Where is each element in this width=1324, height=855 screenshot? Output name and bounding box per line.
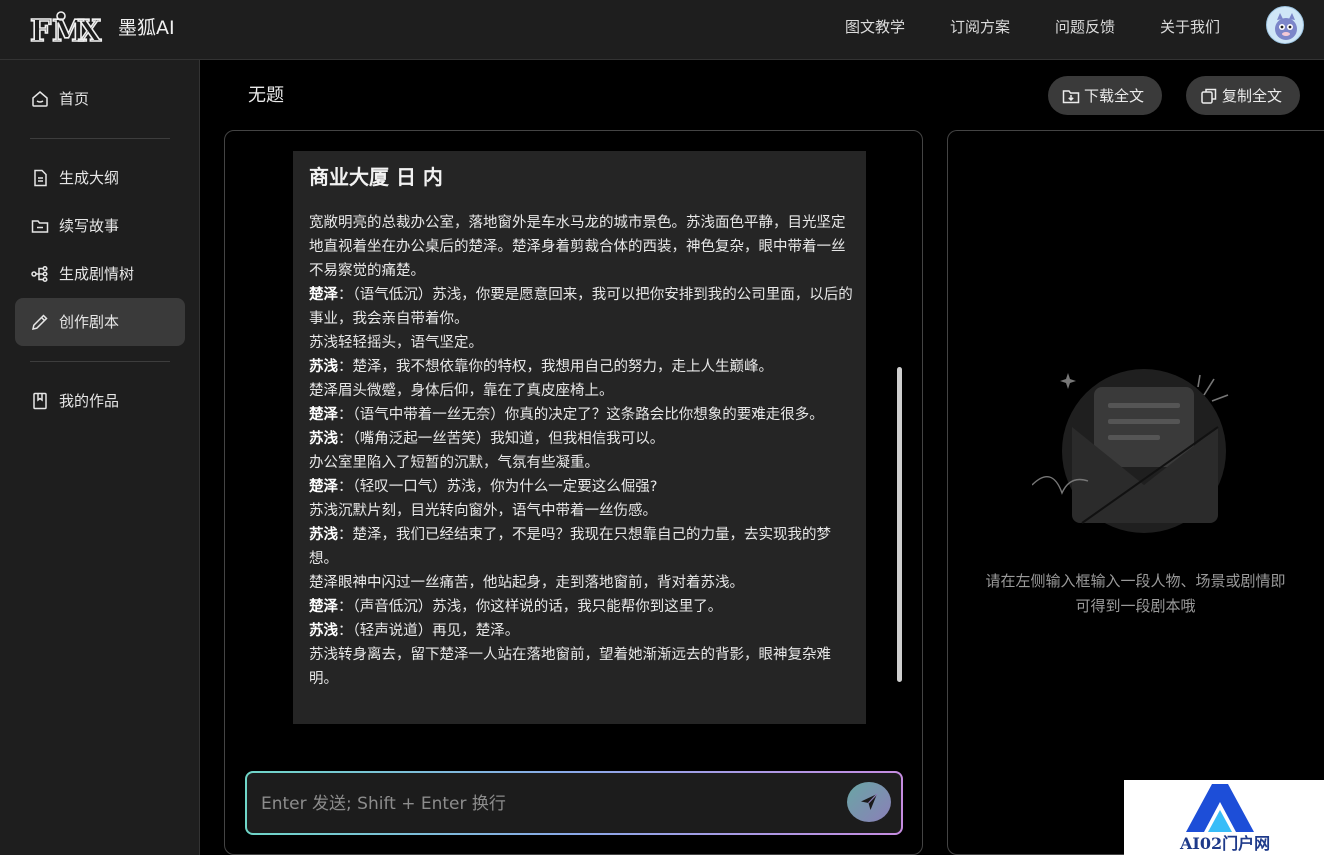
brand-name: 墨狐AI [118, 17, 175, 39]
svg-text:X: X [78, 14, 102, 48]
speaker-name: 苏浅 [309, 431, 338, 447]
line-text: ：（声音低沉）苏浅，你这样说的话，我只能帮你到这里了。 [338, 599, 723, 615]
line-text: ：楚泽，我不想依靠你的特权，我想用自己的努力，走上人生巅峰。 [338, 359, 773, 375]
line-text: ：楚泽，我们已经结束了，不是吗？我现在只想靠自己的力量，去实现我的梦想。 [309, 527, 831, 567]
script-body: 宽敞明亮的总裁办公室，落地窗外是车水马龙的城市景色。苏浅面色平静，目光坚定地直视… [309, 211, 854, 691]
speaker-name: 苏浅 [309, 359, 338, 375]
sidebar-divider [30, 361, 170, 362]
tree-icon [31, 265, 49, 283]
script-line: 楚泽眉头微蹙，身体后仰，靠在了真皮座椅上。 [309, 379, 854, 403]
nav-subscription[interactable]: 订阅方案 [950, 17, 1010, 37]
sidebar-item-outline[interactable]: 生成大纲 [15, 154, 185, 202]
sidebar-item-create-script[interactable]: 创作剧本 [15, 298, 185, 346]
bookmark-icon [31, 392, 49, 410]
sidebar: 首页 生成大纲 续写故事 生成剧情树 创作剧本 我的作品 [0, 60, 200, 855]
nav-feedback[interactable]: 问题反馈 [1055, 17, 1115, 37]
top-bar: F M X 墨狐AI 图文教学 订阅方案 问题反馈 关于我们 [0, 0, 1324, 60]
script-line: 楚泽：（声音低沉）苏浅，你这样说的话，我只能帮你到这里了。 [309, 595, 854, 619]
download-all-label: 下载全文 [1084, 87, 1145, 105]
folder-icon [31, 217, 49, 235]
download-icon [1062, 87, 1080, 105]
sidebar-item-label: 创作剧本 [59, 313, 120, 331]
sidebar-item-plot-tree[interactable]: 生成剧情树 [15, 250, 185, 298]
nav-about[interactable]: 关于我们 [1160, 17, 1220, 37]
sidebar-item-my-works[interactable]: 我的作品 [15, 377, 185, 425]
line-text: 办公室里陷入了短暂的沉默，气氛有些凝重。 [309, 455, 599, 471]
send-icon [861, 793, 878, 810]
script-line: 办公室里陷入了短暂的沉默，气氛有些凝重。 [309, 451, 854, 475]
speaker-name: 楚泽 [309, 407, 338, 423]
line-text: ：（轻叹一口气）苏浅，你为什么一定要这么倔强? [338, 479, 658, 495]
script-line: 宽敞明亮的总裁办公室，落地窗外是车水马龙的城市景色。苏浅面色平静，目光坚定地直视… [309, 211, 854, 283]
send-button[interactable] [847, 782, 891, 822]
document-icon [31, 169, 49, 187]
line-text: 苏浅转身离去，留下楚泽一人站在落地窗前，望着她渐渐远去的背影，眼神复杂难明。 [309, 647, 831, 687]
sidebar-item-label: 我的作品 [59, 392, 120, 410]
watermark: AI02门户网 [1124, 780, 1324, 855]
user-avatar[interactable] [1266, 6, 1304, 44]
empty-mailbox-illustration [1031, 365, 1232, 545]
pencil-icon [31, 313, 49, 331]
script-editor-panel: 商业大厦 日 内 宽敞明亮的总裁办公室，落地窗外是车水马龙的城市景色。苏浅面色平… [224, 130, 923, 855]
sidebar-item-label: 续写故事 [59, 217, 120, 235]
speaker-name: 楚泽 [309, 287, 338, 303]
document-title[interactable]: 无题 [248, 84, 284, 108]
nav-tutorial[interactable]: 图文教学 [845, 17, 905, 37]
line-text: ：（嘴角泛起一丝苦笑）我知道，但我相信我可以。 [338, 431, 665, 447]
line-text: 苏浅沉默片刻，目光转向窗外，语气中带着一丝伤感。 [309, 503, 657, 519]
line-text: 楚泽眉头微蹙，身体后仰，靠在了真皮座椅上。 [309, 383, 614, 399]
preview-panel: 请在左侧输入框输入一段人物、场景或剧情即可得到一段剧本哦 [947, 130, 1324, 855]
script-line: 苏浅：（轻声说道）再见，楚泽。 [309, 619, 854, 643]
sidebar-item-label: 生成大纲 [59, 169, 120, 187]
script-line: 苏浅：楚泽，我不想依靠你的特权，我想用自己的努力，走上人生巅峰。 [309, 355, 854, 379]
script-line: 楚泽：（语气中带着一丝无奈）你真的决定了？这条路会比你想象的要难走很多。 [309, 403, 854, 427]
home-icon [31, 90, 49, 108]
sidebar-item-label: 生成剧情树 [59, 265, 135, 283]
speaker-name: 苏浅 [309, 527, 338, 543]
sidebar-item-home[interactable]: 首页 [15, 75, 185, 123]
copy-all-label: 复制全文 [1222, 87, 1283, 105]
speaker-name: 楚泽 [309, 479, 338, 495]
script-line: 苏浅轻轻摇头，语气坚定。 [309, 331, 854, 355]
copy-icon [1200, 87, 1218, 105]
script-line: 苏浅：（嘴角泛起一丝苦笑）我知道，但我相信我可以。 [309, 427, 854, 451]
brand-logo[interactable]: F M X [29, 10, 104, 50]
script-line: 楚泽：（轻叹一口气）苏浅，你为什么一定要这么倔强? [309, 475, 854, 499]
script-line: 苏浅转身离去，留下楚泽一人站在落地窗前，望着她渐渐远去的背影，眼神复杂难明。 [309, 643, 854, 691]
scene-heading: 商业大厦 日 内 [309, 165, 443, 189]
speaker-name: 楚泽 [309, 599, 338, 615]
script-line: 苏浅沉默片刻，目光转向窗外，语气中带着一丝伤感。 [309, 499, 854, 523]
line-text: 苏浅轻轻摇头，语气坚定。 [309, 335, 483, 351]
line-text: ：（语气低沉）苏浅，你要是愿意回来，我可以把你安排到我的公司里面，以后的事业，我… [309, 287, 853, 327]
sidebar-item-label: 首页 [59, 90, 90, 108]
line-text: 宽敞明亮的总裁办公室，落地窗外是车水马龙的城市景色。苏浅面色平静，目光坚定地直视… [309, 215, 846, 279]
copy-all-button[interactable]: 复制全文 [1186, 76, 1300, 115]
script-line: 楚泽眼神中闪过一丝痛苦，他站起身，走到落地窗前，背对着苏浅。 [309, 571, 854, 595]
speaker-name: 苏浅 [309, 623, 338, 639]
line-text: 楚泽眼神中闪过一丝痛苦，他站起身，走到落地窗前，背对着苏浅。 [309, 575, 744, 591]
script-scrollbar[interactable] [897, 367, 902, 682]
empty-state-text: 请在左侧输入框输入一段人物、场景或剧情即可得到一段剧本哦 [985, 572, 1286, 615]
line-text: ：（轻声说道）再见，楚泽。 [338, 623, 520, 639]
script-line: 楚泽：（语气低沉）苏浅，你要是愿意回来，我可以把你安排到我的公司里面，以后的事业… [309, 283, 854, 331]
download-all-button[interactable]: 下载全文 [1048, 76, 1162, 115]
prompt-input[interactable] [261, 791, 831, 817]
prompt-input-box [245, 771, 903, 835]
svg-text:F: F [30, 14, 51, 48]
watermark-logo [1186, 784, 1254, 832]
script-line: 苏浅：楚泽，我们已经结束了，不是吗？我现在只想靠自己的力量，去实现我的梦想。 [309, 523, 854, 571]
line-text: ：（语气中带着一丝无奈）你真的决定了？这条路会比你想象的要难走很多。 [338, 407, 824, 423]
sidebar-item-continue-story[interactable]: 续写故事 [15, 202, 185, 250]
watermark-text: AI02门户网 [1180, 834, 1271, 853]
sidebar-divider [30, 138, 170, 139]
script-output-card[interactable]: 商业大厦 日 内 宽敞明亮的总裁办公室，落地窗外是车水马龙的城市景色。苏浅面色平… [293, 151, 866, 724]
